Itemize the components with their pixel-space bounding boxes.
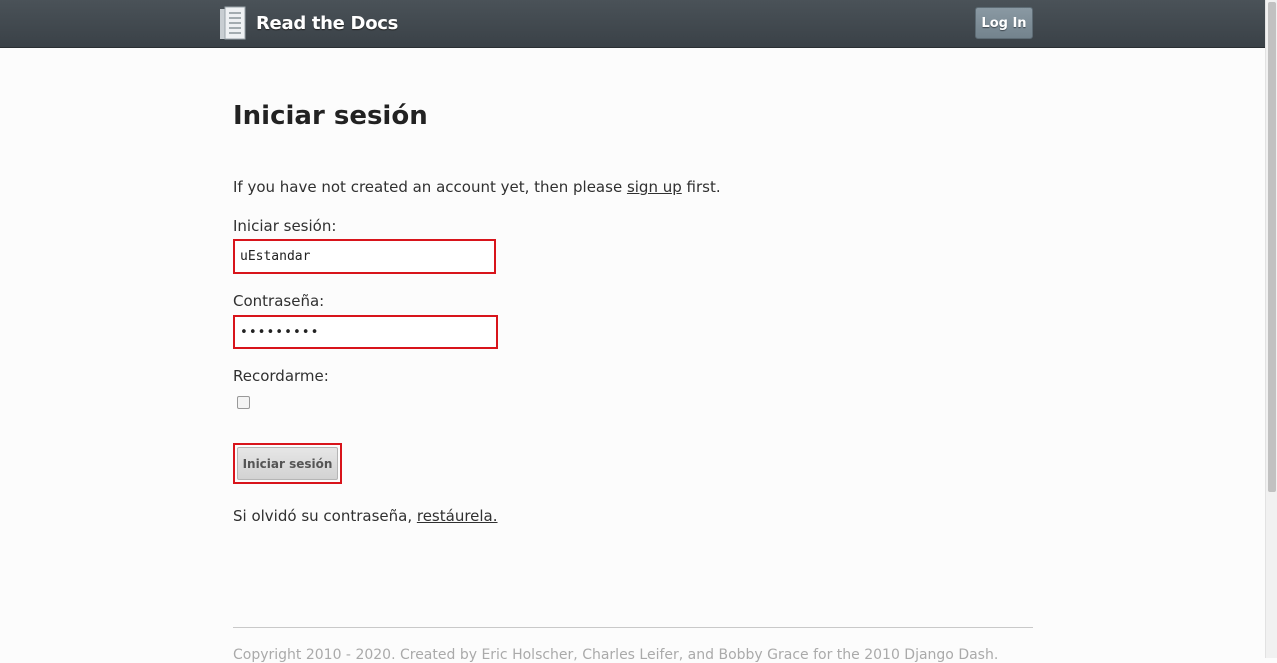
reset-password-link[interactable]: restáurela. — [417, 507, 498, 525]
password-input[interactable]: ••••••••• — [233, 315, 498, 349]
remember-me-label: Recordarme: — [233, 367, 329, 385]
forgot-password-prompt: Si olvidó su contraseña, restáurela. — [233, 507, 498, 525]
submit-highlight: Iniciar sesión — [233, 443, 342, 484]
password-label: Contraseña: — [233, 292, 325, 310]
sign-in-submit-button[interactable]: Iniciar sesión — [237, 447, 338, 480]
vertical-scrollbar[interactable] — [1265, 0, 1277, 658]
signup-prompt-text-before: If you have not created an account yet, … — [233, 178, 627, 196]
book-icon — [220, 6, 246, 40]
brand-name: Read the Docs — [256, 12, 399, 34]
sign-up-link[interactable]: sign up — [627, 178, 682, 196]
signup-prompt: If you have not created an account yet, … — [233, 178, 721, 196]
brand-logo-link[interactable]: Read the Docs — [219, 5, 398, 41]
page-title: Iniciar sesión — [233, 101, 428, 131]
top-navbar: Read the Docs Log In — [0, 0, 1265, 48]
scrollbar-thumb[interactable] — [1268, 2, 1276, 492]
footer-divider — [233, 627, 1033, 628]
login-label: Iniciar sesión: — [233, 217, 337, 235]
remember-me-checkbox[interactable] — [237, 396, 250, 409]
forgot-password-text: Si olvidó su contraseña, — [233, 507, 417, 525]
signup-prompt-text-after: first. — [681, 178, 721, 196]
footer-copyright: Copyright 2010 - 2020. Created by Eric H… — [233, 647, 999, 663]
login-input[interactable]: uEstandar — [233, 239, 496, 274]
log-in-button[interactable]: Log In — [975, 7, 1033, 39]
